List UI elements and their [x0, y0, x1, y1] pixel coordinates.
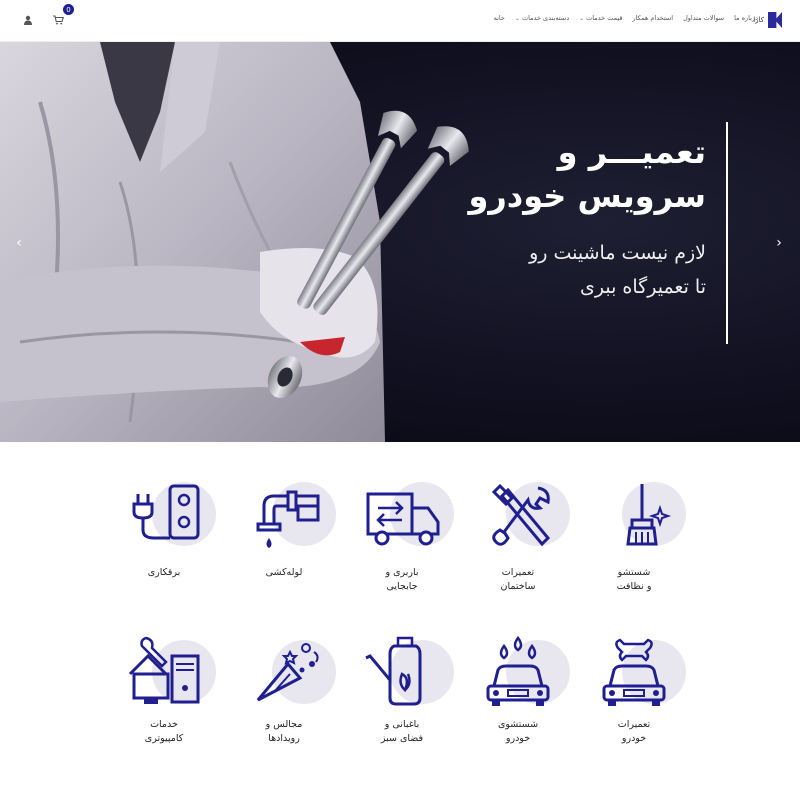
nav-item-faq[interactable]: سوالات متداول [683, 14, 724, 22]
party-icon [256, 643, 319, 702]
service-icon-wrap [124, 634, 216, 714]
service-label: شستشو و نظافت [616, 567, 652, 592]
chevron-right-icon: › [776, 235, 782, 251]
hero-subtitle-line: لازم نیست ماشینت رو [529, 242, 706, 264]
nav-item-hiring[interactable]: استخدام همکار [632, 14, 673, 22]
service-icon-wrap [362, 634, 454, 714]
services-grid: شستشو و نظافت تعمیرات ساختمان باربری و ج… [0, 442, 800, 800]
chevron-left-icon: ‹ [16, 235, 22, 251]
nav-label: خانه [493, 14, 505, 22]
hero-subtitle-line: تا تعمیرگاه ببری [580, 276, 706, 298]
service-building-repair[interactable]: تعمیرات ساختمان [458, 482, 578, 594]
user-icon [24, 15, 32, 25]
site-header: 0 خانه دسته‌بندی خدمات ⌄ قیمت خدمات ⌄ استخ… [0, 0, 800, 42]
slider-next-button[interactable]: › [770, 234, 788, 252]
service-car-repair[interactable]: تعمیرات خودرو [574, 634, 694, 746]
service-events[interactable]: مجالس و رویدادها [224, 634, 344, 746]
nav-label: قیمت خدمات [586, 14, 623, 22]
truck-icon [366, 492, 440, 546]
logo-text: کارا [753, 16, 764, 24]
cart-count-badge: 0 [63, 4, 74, 15]
service-label: باغبانی و فضای سبز [380, 719, 424, 744]
service-label: برقکاری [147, 567, 181, 578]
header-actions: 0 [18, 4, 74, 30]
hero-title-line: سرویس خودرو [468, 177, 706, 215]
chevron-down-icon: ⌄ [514, 14, 520, 22]
slider-prev-button[interactable]: ‹ [10, 234, 28, 252]
service-computer[interactable]: خدمات کامپیوتری [104, 634, 224, 746]
service-icon-wrap [244, 482, 336, 562]
chevron-down-icon: ⌄ [579, 14, 585, 22]
tools-icon [491, 483, 551, 547]
service-icon-wrap [594, 634, 686, 714]
hero-divider [726, 122, 728, 344]
user-account-button[interactable] [18, 10, 38, 30]
service-icon-wrap [478, 482, 570, 562]
watering-can-icon [365, 636, 422, 706]
nav-item-home[interactable]: خانه [494, 14, 505, 22]
hero-slider: تعمیـــر و سرویس خودرو لازم نیست ماشینت … [0, 42, 800, 442]
cart-button[interactable]: 0 [48, 4, 74, 30]
hero-title: تعمیـــر و سرویس خودرو [406, 130, 706, 218]
logo-mark-icon [768, 12, 782, 28]
service-label: خدمات کامپیوتری [144, 719, 184, 744]
nav-label: استخدام همکار [632, 14, 674, 22]
service-icon-wrap [362, 482, 454, 562]
service-icon-wrap [478, 634, 570, 714]
faucet-icon [256, 490, 320, 548]
service-plumbing[interactable]: لوله‌کشی [224, 482, 344, 580]
service-car-wash[interactable]: شستشوی خودرو [458, 634, 578, 746]
service-electrical[interactable]: برقکاری [104, 482, 224, 580]
hero-subtitle: لازم نیست ماشینت رو تا تعمیرگاه ببری [406, 236, 706, 304]
car-wash-icon [486, 635, 550, 706]
service-moving[interactable]: باربری و جابجایی [342, 482, 462, 594]
nav-label: سوالات متداول [683, 14, 725, 22]
nav-item-prices[interactable]: قیمت خدمات ⌄ [579, 14, 622, 22]
hero-title-line: تعمیـــر و [557, 133, 706, 171]
service-label: مجالس و رویدادها [265, 719, 303, 744]
service-icon-wrap [594, 482, 686, 562]
plug-icon [132, 484, 200, 540]
service-label: لوله‌کشی [265, 567, 303, 578]
service-label: باربری و جابجایی [385, 567, 419, 592]
service-label: شستشوی خودرو [497, 719, 539, 744]
service-icon-wrap [244, 634, 336, 714]
main-nav: خانه دسته‌بندی خدمات ⌄ قیمت خدمات ⌄ استخدا… [494, 14, 758, 22]
site-logo[interactable]: کارا [753, 12, 782, 28]
hero-caption: تعمیـــر و سرویس خودرو لازم نیست ماشینت … [406, 130, 706, 304]
broom-icon [626, 484, 672, 546]
nav-item-categories[interactable]: دسته‌بندی خدمات ⌄ [515, 14, 569, 22]
service-label: تعمیرات ساختمان [500, 567, 536, 592]
car-wrench-icon [602, 638, 666, 706]
service-gardening[interactable]: باغبانی و فضای سبز [342, 634, 462, 746]
computer-icon [128, 636, 200, 704]
service-label: تعمیرات خودرو [617, 719, 651, 744]
service-icon-wrap [124, 482, 216, 562]
cart-icon [52, 15, 64, 25]
nav-label: دسته‌بندی خدمات [521, 14, 570, 22]
service-cleaning[interactable]: شستشو و نظافت [574, 482, 694, 594]
